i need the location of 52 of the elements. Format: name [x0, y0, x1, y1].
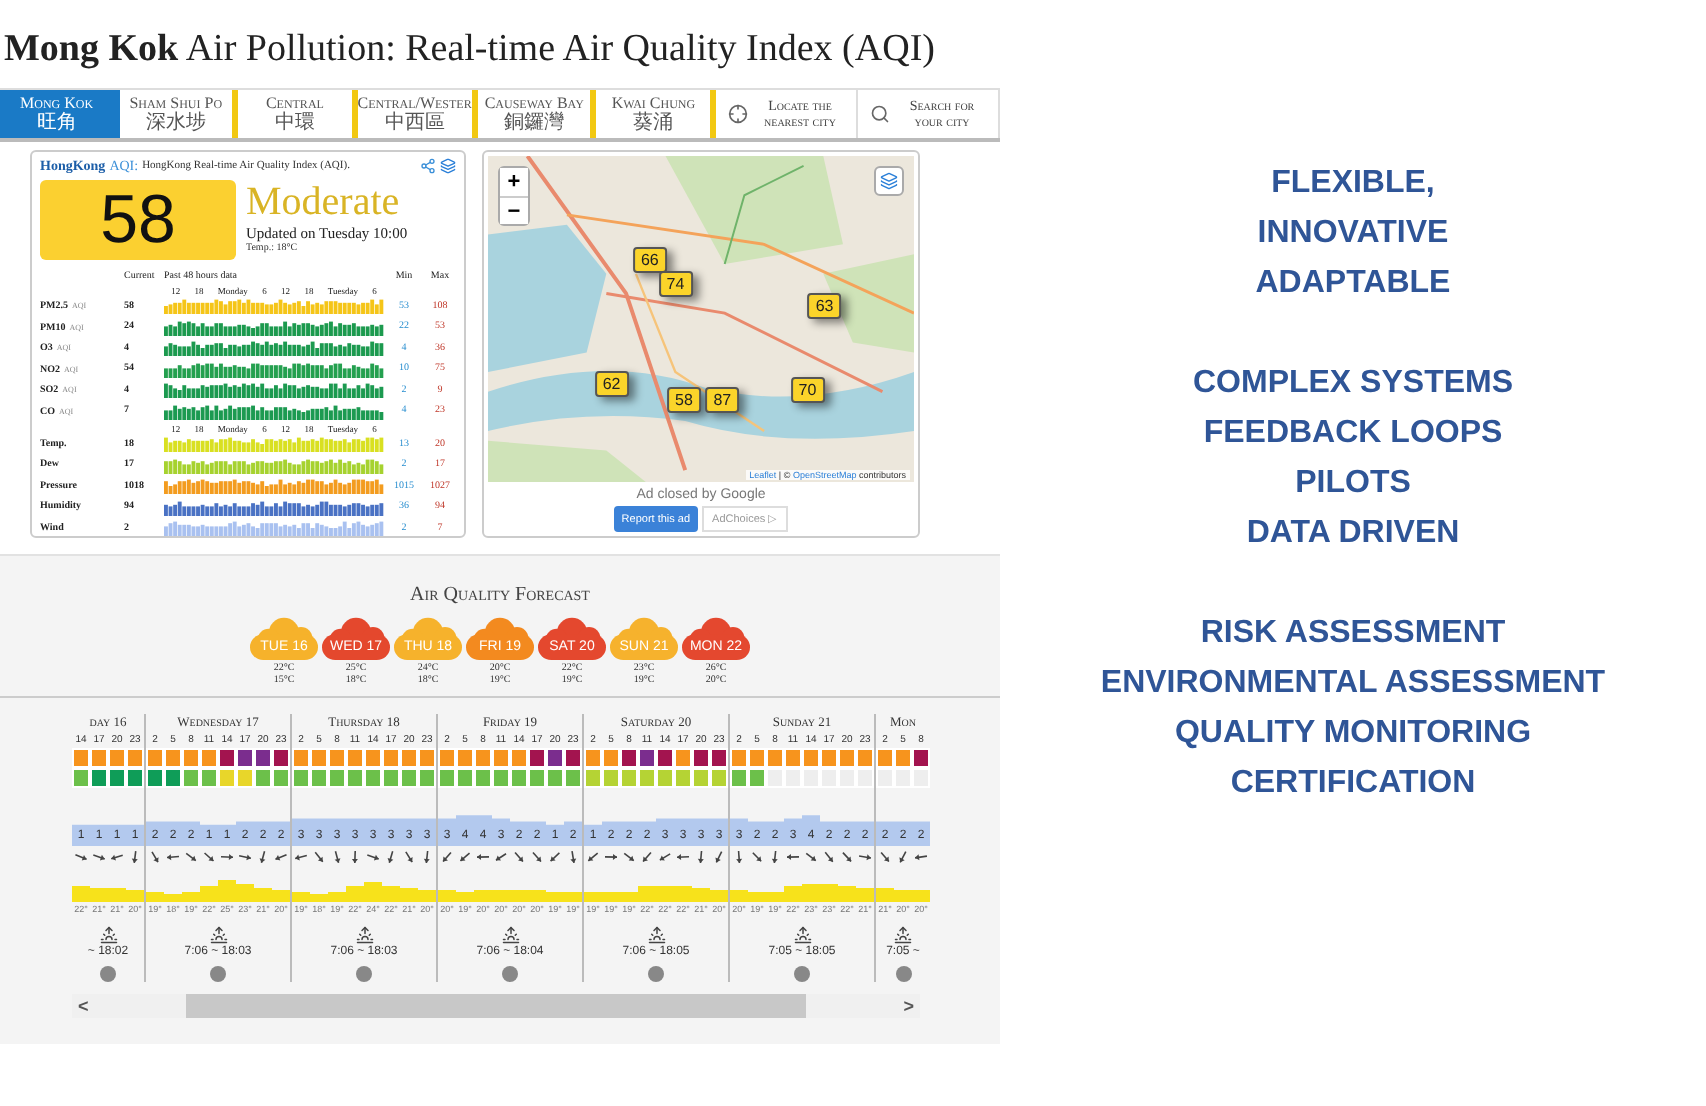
moon-phase-icon	[895, 966, 911, 982]
sunrise-icon	[209, 926, 227, 944]
moon-phase-icon	[100, 966, 116, 982]
wind-arrows-drawing	[584, 848, 728, 866]
layers-button[interactable]	[874, 166, 904, 196]
scroll-right-button[interactable]: >	[897, 996, 920, 1016]
search-icon	[870, 104, 890, 124]
share-icon[interactable]	[420, 158, 436, 174]
scroll-left-button[interactable]: <	[72, 996, 95, 1016]
aqi-level: Moderate	[246, 180, 402, 224]
city-tab[interactable]: Central/Wester 中西區	[357, 90, 478, 138]
moon-phase-icon	[648, 966, 664, 982]
slide-text-line: DATA DRIVEN	[1246, 514, 1460, 554]
aqi-value: 58	[40, 180, 236, 260]
aqi-marker[interactable]: 63	[807, 292, 842, 319]
slide-text-line: PILOTS	[1295, 464, 1411, 504]
zoom-out-button[interactable]: −	[500, 196, 528, 224]
sunrise-icon	[647, 926, 665, 944]
city-tab[interactable]: Mong Kok 旺角	[0, 90, 120, 138]
locate-icon	[728, 104, 748, 124]
city-tab[interactable]: Sham Shui Po 深水埗	[119, 90, 239, 138]
slide-text-line: RISK ASSESSMENT	[1200, 614, 1506, 654]
moon-phase-icon	[356, 966, 372, 982]
aqi-marker[interactable]: 70	[790, 377, 825, 404]
scrollbar-thumb[interactable]	[186, 994, 806, 1018]
aqi-marker[interactable]: 62	[594, 371, 629, 398]
moon-phase-icon	[794, 966, 810, 982]
sunrise-icon	[501, 926, 519, 944]
page-title: Mong Kok Air Pollution: Real-time Air Quality Index (AQI)	[2, 26, 937, 74]
slide-text-line: ENVIRONMENTAL ASSESSMENT	[1100, 664, 1606, 704]
aqi-marker[interactable]: 87	[705, 387, 740, 414]
aqi-marker[interactable]: 58	[667, 387, 701, 414]
temperature-area-drawing	[292, 878, 436, 902]
wind-arrows-drawing	[438, 848, 582, 866]
slide-text-line: FLEXIBLE,	[1271, 164, 1435, 204]
forecast-title: Air Quality Forecast	[408, 584, 592, 606]
moon-phase-icon	[502, 966, 518, 982]
slide-text-line: FEEDBACK LOOPS	[1203, 414, 1503, 454]
wind-arrows-drawing	[292, 848, 436, 866]
slide-text-line: COMPLEX SYSTEMS	[1192, 364, 1514, 404]
slide-text-line: ADAPTABLE	[1255, 264, 1451, 304]
slide-text-line: INNOVATIVE	[1257, 214, 1449, 254]
sunrise-icon	[355, 926, 373, 944]
sunrise-icon	[99, 926, 117, 944]
sunrise-icon	[894, 926, 912, 944]
slide-text-line: QUALITY MONITORING	[1174, 714, 1532, 754]
layers-icon[interactable]	[440, 158, 456, 174]
slide-text-line: CERTIFICATION	[1230, 764, 1476, 804]
horizontal-scrollbar[interactable]: < >	[72, 994, 920, 1018]
aqi-marker[interactable]: 66	[632, 247, 667, 274]
sunrise-icon	[793, 926, 811, 944]
moon-phase-icon	[210, 966, 226, 982]
